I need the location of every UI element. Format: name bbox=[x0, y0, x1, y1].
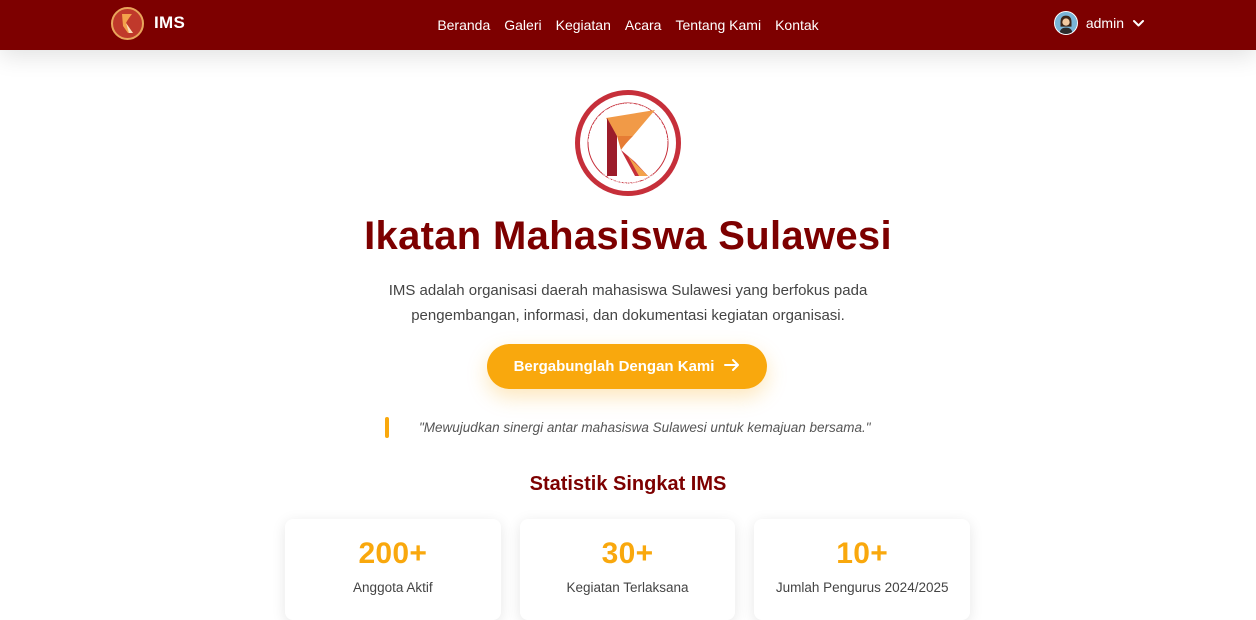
join-button-label: Bergabunglah Dengan Kami bbox=[513, 358, 715, 375]
ims-logo-icon bbox=[111, 6, 144, 40]
nav-link-kontak[interactable]: Kontak bbox=[768, 17, 826, 33]
username: admin bbox=[1085, 15, 1124, 31]
top-navbar: IMS Beranda Galeri Kegiatan Acara Tentan… bbox=[0, 0, 1256, 50]
user-avatar-icon bbox=[1053, 11, 1078, 35]
stat-value: 200+ bbox=[358, 537, 428, 570]
stat-card-activities: 30+ Kegiatan Terlaksana bbox=[519, 519, 736, 620]
stats-cards: 200+ Anggota Aktif 30+ Kegiatan Terlaksa… bbox=[285, 519, 971, 620]
arrow-right-icon bbox=[724, 358, 740, 376]
organization-logo: TEKNOKRAT UNIVERSITY SURABAYA IKATAN MAH… bbox=[571, 84, 683, 198]
brand-name: IMS bbox=[154, 13, 186, 32]
nav-link-galeri[interactable]: Galeri bbox=[497, 17, 548, 33]
nav-link-beranda[interactable]: Beranda bbox=[430, 17, 497, 33]
tagline-quote: "Mewujudkan sinergi antar mahasiswa Sula… bbox=[419, 420, 871, 435]
join-button[interactable]: Bergabunglah Dengan Kami bbox=[487, 344, 767, 389]
brand[interactable]: IMS bbox=[111, 6, 185, 40]
nav-link-acara[interactable]: Acara bbox=[618, 17, 669, 33]
stat-label: Kegiatan Terlaksana bbox=[566, 580, 689, 595]
stat-card-board: 10+ Jumlah Pengurus 2024/2025 bbox=[754, 519, 971, 620]
chevron-down-icon bbox=[1132, 17, 1145, 30]
stats-title: Statistik Singkat IMS bbox=[529, 473, 727, 495]
stat-label: Jumlah Pengurus 2024/2025 bbox=[775, 580, 949, 595]
stat-label: Anggota Aktif bbox=[353, 580, 433, 595]
stat-value: 10+ bbox=[836, 537, 889, 570]
hero-description: IMS adalah organisasi daerah mahasiswa S… bbox=[388, 282, 868, 324]
nav-link-kegiatan[interactable]: Kegiatan bbox=[549, 17, 618, 33]
quote-accent-bar bbox=[385, 417, 389, 438]
stat-card-members: 200+ Anggota Aktif bbox=[285, 519, 501, 620]
nav-link-tentang-kami[interactable]: Tentang Kami bbox=[668, 17, 768, 33]
user-menu[interactable]: admin bbox=[1053, 11, 1145, 35]
stat-value: 30+ bbox=[601, 537, 654, 570]
page-title: Ikatan Mahasiswa Sulawesi bbox=[364, 214, 892, 258]
